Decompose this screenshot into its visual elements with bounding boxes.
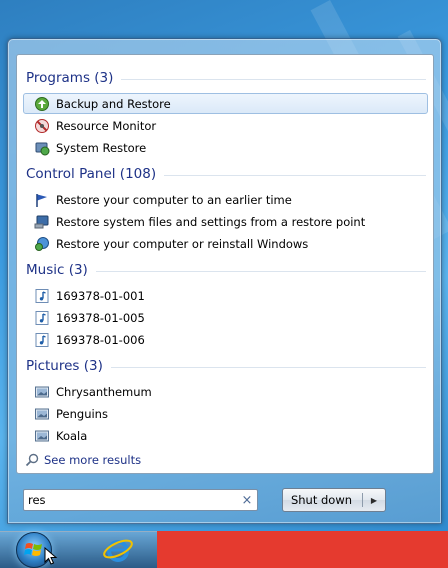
resource-monitor-icon: [34, 118, 50, 134]
result-label: Penguins: [56, 406, 108, 421]
result-label: 169378-01-005: [56, 310, 145, 325]
result-label: Restore system files and settings from a…: [56, 214, 366, 229]
shutdown-options-arrow-icon[interactable]: ▶: [363, 496, 385, 505]
result-label: Chrysanthemum: [56, 384, 152, 399]
music-file-icon: [34, 332, 50, 348]
result-label: Resource Monitor: [56, 118, 157, 133]
group-title: Control Panel (108): [26, 166, 157, 182]
group-title: Pictures (3): [26, 358, 103, 374]
group-pictures[interactable]: Pictures (3): [26, 357, 426, 375]
result-label: Restore your computer to an earlier time: [56, 192, 292, 207]
result-resource-monitor[interactable]: Resource Monitor: [23, 115, 428, 136]
result-label: Koala: [56, 428, 88, 443]
group-divider: [110, 366, 426, 368]
group-title: Music (3): [26, 262, 88, 278]
result-reinstall-windows[interactable]: Restore your computer or reinstall Windo…: [23, 233, 428, 254]
music-file-icon: [34, 288, 50, 304]
result-restore-system-files[interactable]: Restore system files and settings from a…: [23, 211, 428, 232]
search-input[interactable]: res ×: [23, 489, 258, 511]
group-divider: [121, 78, 426, 80]
result-label: System Restore: [56, 140, 147, 155]
result-restore-earlier-time[interactable]: Restore your computer to an earlier time: [23, 189, 428, 210]
see-more-results-link[interactable]: See more results: [25, 451, 141, 469]
group-control-panel[interactable]: Control Panel (108): [26, 165, 426, 183]
search-results-pane: Programs (3) Backup and Restore Resource…: [16, 54, 434, 474]
result-backup-and-restore[interactable]: Backup and Restore: [23, 93, 428, 114]
result-label: Restore your computer or reinstall Windo…: [56, 236, 309, 251]
music-file-icon: [34, 310, 50, 326]
group-divider: [164, 174, 426, 176]
group-programs[interactable]: Programs (3): [26, 69, 426, 87]
result-label: Backup and Restore: [56, 96, 171, 111]
picture-file-icon: [34, 384, 50, 400]
flag-icon: [34, 192, 50, 208]
result-picture-chrysanthemum[interactable]: Chrysanthemum: [23, 381, 428, 402]
mouse-cursor-icon: [44, 547, 58, 565]
taskbar-internet-explorer[interactable]: [100, 533, 136, 567]
result-music-005[interactable]: 169378-01-005: [23, 307, 428, 328]
shutdown-label[interactable]: Shut down: [283, 493, 363, 507]
result-picture-koala[interactable]: Koala: [23, 425, 428, 446]
result-music-001[interactable]: 169378-01-001: [23, 285, 428, 306]
result-picture-penguins[interactable]: Penguins: [23, 403, 428, 424]
magnifier-icon: [25, 453, 39, 467]
taskbar-app-window[interactable]: [157, 531, 448, 568]
group-divider: [95, 270, 426, 272]
picture-file-icon: [34, 428, 50, 444]
internet-explorer-icon: [103, 539, 133, 562]
backup-restore-icon: [34, 96, 50, 112]
result-label: 169378-01-006: [56, 332, 145, 347]
shutdown-button[interactable]: Shut down ▶: [282, 488, 386, 512]
result-label: 169378-01-001: [56, 288, 145, 303]
reinstall-icon: [34, 236, 50, 252]
system-restore-icon: [34, 140, 50, 156]
group-music[interactable]: Music (3): [26, 261, 426, 279]
search-query[interactable]: res: [24, 493, 237, 507]
result-music-006[interactable]: 169378-01-006: [23, 329, 428, 350]
see-more-label: See more results: [44, 453, 142, 467]
restore-point-icon: [34, 214, 50, 230]
result-system-restore[interactable]: System Restore: [23, 137, 428, 158]
clear-search-icon[interactable]: ×: [237, 493, 257, 508]
picture-file-icon: [34, 406, 50, 422]
group-title: Programs (3): [26, 70, 114, 86]
